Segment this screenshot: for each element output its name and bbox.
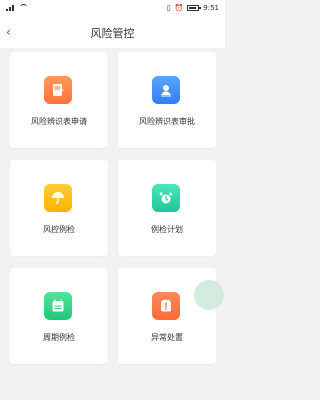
battery-icon xyxy=(187,5,202,11)
status-right: ▯ ⏰ 9:51 xyxy=(167,4,219,12)
menu-card-risk-check[interactable]: 风控例检 xyxy=(10,160,108,256)
alarm-icon: ⏰ xyxy=(174,4,184,12)
menu-card-label: 例检计划 xyxy=(151,225,183,234)
wifi-icon xyxy=(19,4,28,11)
menu-card-label: 风险辨识表审批 xyxy=(139,117,195,126)
alarm-clock-svg xyxy=(159,192,173,204)
page-title: 风险管控 xyxy=(90,27,135,40)
approval-user-icon xyxy=(152,76,180,104)
umbrella-svg xyxy=(52,192,64,204)
edit-document-svg xyxy=(53,84,64,96)
calendar-svg xyxy=(52,299,64,312)
menu-card-label: 周期例检 xyxy=(43,333,75,342)
calendar-icon xyxy=(44,292,72,320)
menu-card-risk-identification-apply[interactable]: 风险辨识表申请 xyxy=(10,52,108,148)
top-navbar: ‹ 风险管控 xyxy=(0,18,225,48)
approval-user-svg xyxy=(161,85,171,97)
alert-card-icon xyxy=(152,292,180,320)
umbrella-icon xyxy=(44,184,72,212)
menu-card-label: 风控例检 xyxy=(43,225,75,234)
menu-card-label: 风险辨识表申请 xyxy=(31,117,87,126)
floating-action-button[interactable] xyxy=(194,280,224,310)
status-left xyxy=(6,4,28,11)
menu-card-periodic-check[interactable]: 周期例检 xyxy=(10,268,108,364)
status-time: 9:51 xyxy=(203,4,219,12)
signal-icon xyxy=(6,4,16,11)
alert-card-svg xyxy=(161,299,171,312)
alarm-clock-icon xyxy=(152,184,180,212)
status-bar: ▯ ⏰ 9:51 xyxy=(0,0,225,18)
menu-card-check-plan[interactable]: 例检计划 xyxy=(118,160,216,256)
menu-card-label: 异常处置 xyxy=(151,333,183,342)
edit-document-icon xyxy=(44,76,72,104)
menu-card-risk-identification-approve[interactable]: 风险辨识表审批 xyxy=(118,52,216,148)
vibrate-icon: ▯ xyxy=(166,4,171,12)
bottom-spacer xyxy=(0,392,225,400)
